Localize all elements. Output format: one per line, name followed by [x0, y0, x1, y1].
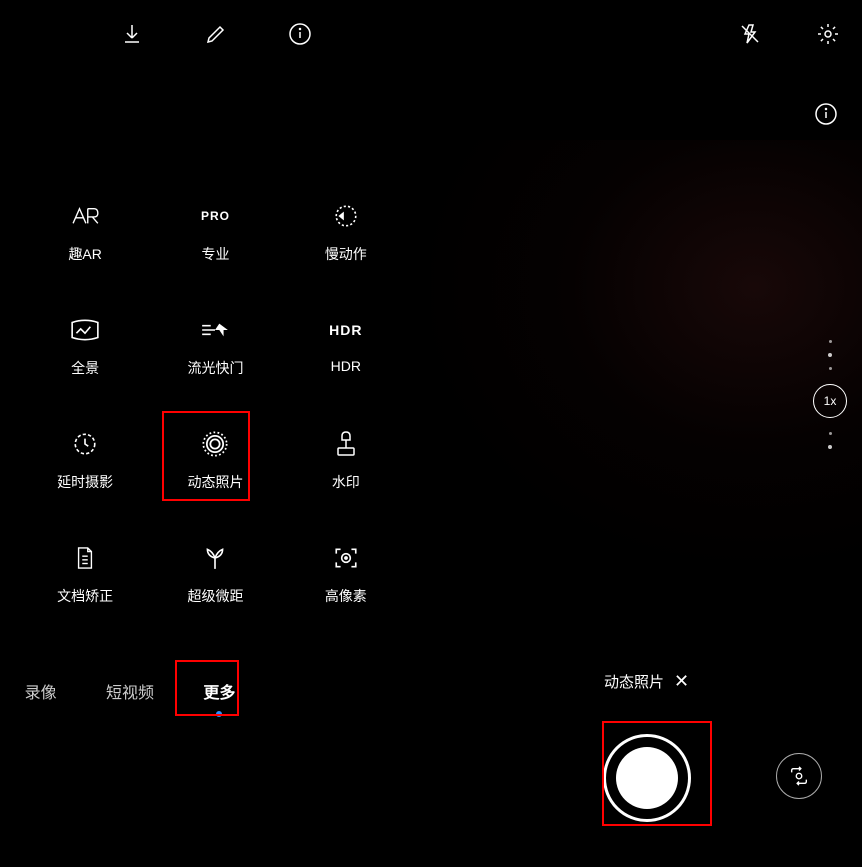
- mode-label: HDR: [331, 358, 361, 374]
- mode-label: 专业: [201, 244, 229, 264]
- slowmo-icon: [330, 200, 362, 232]
- switch-camera-button[interactable]: [776, 753, 822, 799]
- livephoto-icon: [199, 428, 231, 460]
- nav-shortvideo[interactable]: 短视频: [98, 675, 162, 707]
- nav-video[interactable]: 录像: [17, 675, 65, 707]
- watermark-icon: [330, 428, 362, 460]
- viewfinder[interactable]: [431, 140, 862, 560]
- mode-highres[interactable]: 高像素: [281, 542, 411, 606]
- zoom-dot: [828, 353, 832, 357]
- mode-label: 动态照片: [187, 472, 243, 492]
- zoom-level[interactable]: 1x: [813, 384, 847, 418]
- download-icon[interactable]: [118, 20, 146, 48]
- mode-slowmo[interactable]: 慢动作: [281, 200, 411, 264]
- mode-label: 全景: [71, 358, 99, 378]
- mode-panorama[interactable]: 全景: [20, 314, 150, 378]
- nav-more[interactable]: 更多: [195, 675, 243, 707]
- mode-pro[interactable]: PRO 专业: [150, 200, 280, 264]
- current-mode-indicator: 动态照片 ✕: [431, 671, 862, 692]
- mode-label: 超级微距: [187, 586, 243, 606]
- top-toolbar-right: [431, 20, 862, 48]
- mode-watermark[interactable]: 水印: [281, 428, 411, 492]
- mode-label: 延时摄影: [57, 472, 113, 492]
- panorama-icon: [69, 314, 101, 346]
- camera-viewfinder-screen: 1x 动态照片 ✕: [431, 0, 862, 867]
- highres-icon: [330, 542, 362, 574]
- more-modes-screen: 趣AR PRO 专业 慢动作 全景 流光快门: [0, 0, 431, 867]
- modes-grid: 趣AR PRO 专业 慢动作 全景 流光快门: [0, 200, 431, 606]
- timelapse-icon: [69, 428, 101, 460]
- pro-icon: PRO: [199, 200, 231, 232]
- mode-label: 慢动作: [325, 244, 367, 264]
- zoom-dot: [829, 340, 832, 343]
- zoom-dot: [828, 445, 832, 449]
- info-icon[interactable]: [286, 20, 314, 48]
- mode-hdr[interactable]: HDR HDR: [281, 314, 411, 378]
- shutter-inner: [616, 747, 678, 809]
- docscan-icon: [69, 542, 101, 574]
- mode-label: 高像素: [325, 586, 367, 606]
- mode-docscan[interactable]: 文档矫正: [20, 542, 150, 606]
- lightpainting-icon: [199, 314, 231, 346]
- top-toolbar: [0, 20, 431, 48]
- mode-livephoto[interactable]: 动态照片: [150, 428, 280, 492]
- zoom-dot: [829, 432, 832, 435]
- mode-label: 趣AR: [68, 244, 101, 264]
- mode-timelapse[interactable]: 延时摄影: [20, 428, 150, 492]
- settings-icon[interactable]: [814, 20, 842, 48]
- mode-nav: 录像 短视频 更多: [0, 675, 260, 707]
- zoom-indicator[interactable]: 1x: [813, 340, 847, 449]
- close-mode-icon[interactable]: ✕: [674, 671, 689, 692]
- flash-off-icon[interactable]: [736, 20, 764, 48]
- mode-supermacro[interactable]: 超级微距: [150, 542, 280, 606]
- mode-lightpainting[interactable]: 流光快门: [150, 314, 280, 378]
- hdr-icon: HDR: [330, 314, 362, 346]
- mode-label: 流光快门: [187, 358, 243, 378]
- supermacro-icon: [199, 542, 231, 574]
- mode-label: 水印: [332, 472, 360, 492]
- mode-label: 文档矫正: [57, 586, 113, 606]
- zoom-dot: [829, 367, 832, 370]
- shutter-button[interactable]: [603, 734, 691, 822]
- current-mode-label: 动态照片: [604, 671, 664, 692]
- info-icon[interactable]: [812, 100, 840, 128]
- edit-icon[interactable]: [202, 20, 230, 48]
- ar-icon: [69, 200, 101, 232]
- mode-ar[interactable]: 趣AR: [20, 200, 150, 264]
